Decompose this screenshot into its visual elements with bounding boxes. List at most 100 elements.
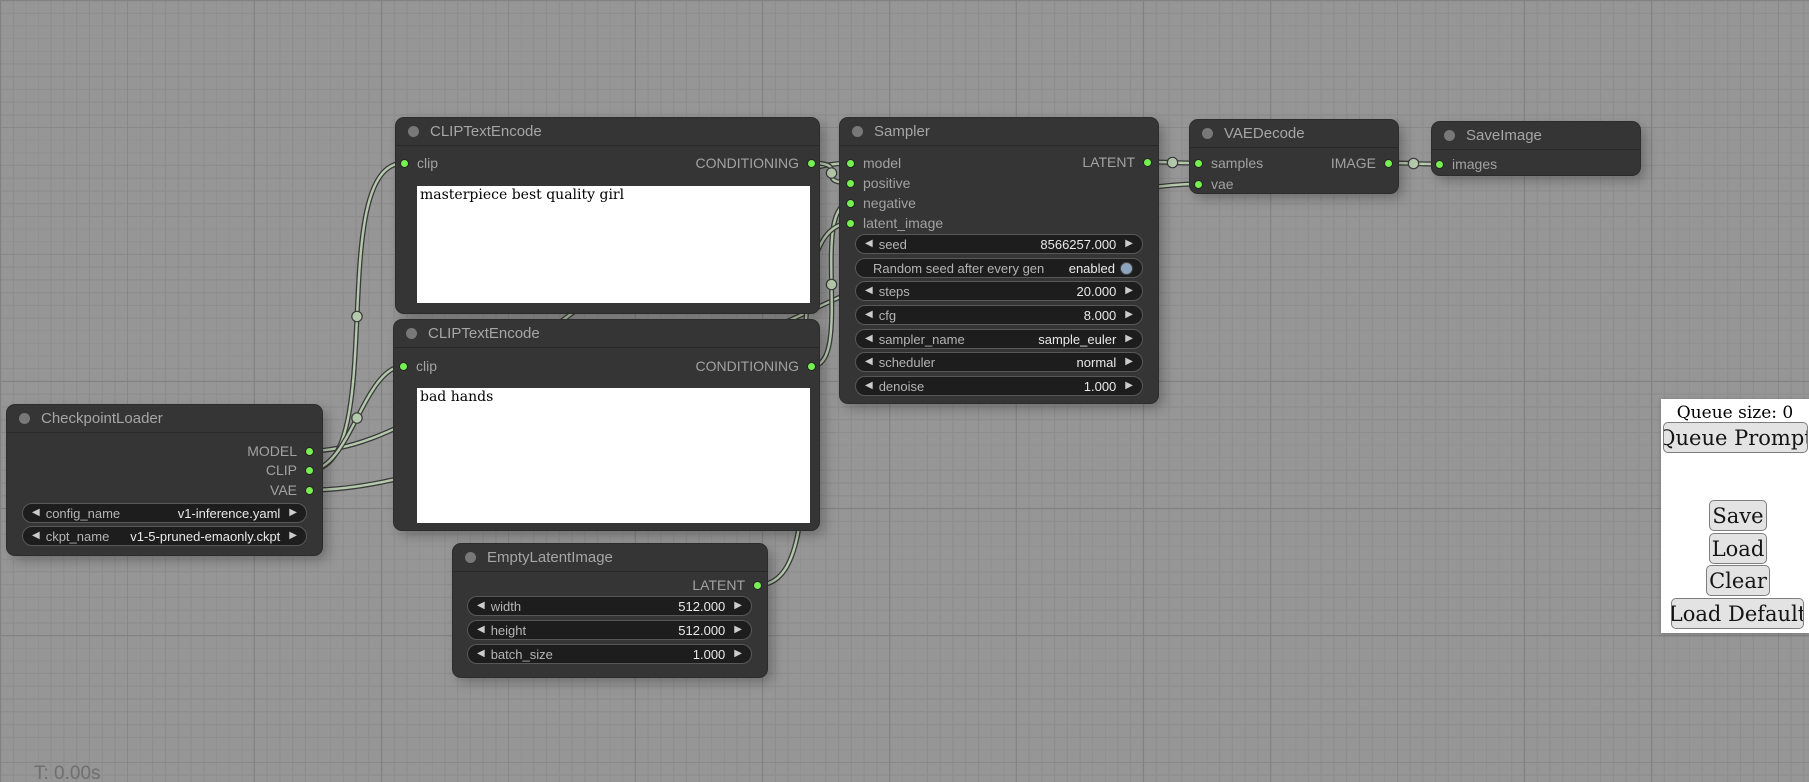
input-dot-icon[interactable] bbox=[400, 159, 409, 168]
prompt-textarea[interactable]: bad hands bbox=[417, 388, 810, 523]
decrement-arrow-icon[interactable]: ◀ bbox=[477, 649, 485, 659]
collapse-dot-icon[interactable] bbox=[19, 413, 30, 424]
increment-arrow-icon[interactable]: ▶ bbox=[734, 649, 742, 659]
widget-cfg[interactable]: ◀ cfg 8.000 ▶ bbox=[855, 305, 1143, 325]
decrement-arrow-icon[interactable]: ◀ bbox=[865, 310, 873, 320]
queue-prompt-button[interactable]: Queue Prompt bbox=[1663, 422, 1808, 453]
collapse-dot-icon[interactable] bbox=[406, 328, 417, 339]
widget-label: seed bbox=[879, 237, 1041, 252]
collapse-dot-icon[interactable] bbox=[465, 552, 476, 563]
output-dot-icon[interactable] bbox=[305, 466, 314, 475]
node-emptylatentimage[interactable]: EmptyLatentImage LATENT ◀ width 512.000 … bbox=[453, 544, 767, 677]
node-title: CheckpointLoader bbox=[41, 410, 163, 427]
increment-arrow-icon[interactable]: ▶ bbox=[1125, 239, 1133, 249]
increment-arrow-icon[interactable]: ▶ bbox=[289, 531, 297, 541]
node-title: SaveImage bbox=[1466, 127, 1542, 144]
queue-size-label: Queue size: 0 bbox=[1661, 403, 1809, 423]
increment-arrow-icon[interactable]: ▶ bbox=[734, 601, 742, 611]
decrement-arrow-icon[interactable]: ◀ bbox=[865, 357, 873, 367]
node-header[interactable]: CLIPTextEncode bbox=[396, 118, 819, 146]
input-dot-icon[interactable] bbox=[846, 179, 855, 188]
input-dot-icon[interactable] bbox=[846, 219, 855, 228]
decrement-arrow-icon[interactable]: ◀ bbox=[865, 334, 873, 344]
node-title: Sampler bbox=[874, 123, 930, 140]
collapse-dot-icon[interactable] bbox=[1202, 128, 1213, 139]
increment-arrow-icon[interactable]: ▶ bbox=[1125, 334, 1133, 344]
widget-batch-size[interactable]: ◀ batch_size 1.000 ▶ bbox=[467, 644, 752, 664]
increment-arrow-icon[interactable]: ▶ bbox=[1125, 381, 1133, 391]
widget-label: width bbox=[491, 599, 679, 614]
decrement-arrow-icon[interactable]: ◀ bbox=[477, 601, 485, 611]
increment-arrow-icon[interactable]: ▶ bbox=[1125, 357, 1133, 367]
input-dot-icon[interactable] bbox=[1194, 159, 1203, 168]
node-header[interactable]: CheckpointLoader bbox=[7, 405, 322, 433]
widget-denoise[interactable]: ◀ denoise 1.000 ▶ bbox=[855, 376, 1143, 396]
widget-sampler-name[interactable]: ◀ sampler_name sample_euler ▶ bbox=[855, 329, 1143, 349]
widget-ckpt-name[interactable]: ◀ ckpt_name v1-5-pruned-emaonly.ckpt ▶ bbox=[22, 526, 307, 546]
node-header[interactable]: VAEDecode bbox=[1190, 120, 1398, 148]
input-slot-latent-image: latent_image bbox=[846, 215, 943, 231]
input-dot-icon[interactable] bbox=[1194, 180, 1203, 189]
decrement-arrow-icon[interactable]: ◀ bbox=[865, 381, 873, 391]
widget-random-seed-toggle[interactable]: Random seed after every gen enabled bbox=[855, 258, 1143, 278]
input-dot-icon[interactable] bbox=[846, 159, 855, 168]
output-slot-latent: LATENT bbox=[692, 577, 762, 593]
node-title: CLIPTextEncode bbox=[428, 325, 540, 342]
load-button[interactable]: Load bbox=[1709, 533, 1767, 564]
output-dot-icon[interactable] bbox=[1143, 158, 1152, 167]
increment-arrow-icon[interactable]: ▶ bbox=[1125, 310, 1133, 320]
node-header[interactable]: CLIPTextEncode bbox=[394, 320, 819, 348]
save-button[interactable]: Save bbox=[1709, 500, 1767, 531]
widget-width[interactable]: ◀ width 512.000 ▶ bbox=[467, 596, 752, 616]
node-cliptextencode-negative[interactable]: CLIPTextEncode clip CONDITIONING bad han… bbox=[394, 320, 819, 530]
prompt-textarea[interactable]: masterpiece best quality girl bbox=[417, 186, 810, 303]
node-checkpointloader[interactable]: CheckpointLoader MODEL CLIP VAE ◀ config… bbox=[7, 405, 322, 555]
slot-label: latent_image bbox=[863, 215, 943, 231]
node-saveimage[interactable]: SaveImage images bbox=[1432, 122, 1640, 175]
slot-label: VAE bbox=[270, 482, 297, 498]
clear-button[interactable]: Clear bbox=[1706, 565, 1770, 596]
node-header[interactable]: Sampler bbox=[840, 118, 1158, 146]
widget-label: ckpt_name bbox=[46, 529, 131, 544]
increment-arrow-icon[interactable]: ▶ bbox=[734, 625, 742, 635]
widget-scheduler[interactable]: ◀ scheduler normal ▶ bbox=[855, 352, 1143, 372]
decrement-arrow-icon[interactable]: ◀ bbox=[865, 239, 873, 249]
output-dot-icon[interactable] bbox=[807, 159, 816, 168]
node-canvas[interactable]: CheckpointLoader MODEL CLIP VAE ◀ config… bbox=[0, 0, 1809, 782]
widget-height[interactable]: ◀ height 512.000 ▶ bbox=[467, 620, 752, 640]
decrement-arrow-icon[interactable]: ◀ bbox=[32, 531, 40, 541]
increment-arrow-icon[interactable]: ▶ bbox=[289, 508, 297, 518]
node-header[interactable]: SaveImage bbox=[1432, 122, 1640, 150]
increment-arrow-icon[interactable]: ▶ bbox=[1125, 286, 1133, 296]
widget-seed[interactable]: ◀ seed 8566257.000 ▶ bbox=[855, 234, 1143, 254]
slot-label: clip bbox=[416, 358, 437, 374]
input-slot-clip: clip bbox=[400, 155, 438, 171]
load-default-button[interactable]: Load Default bbox=[1671, 598, 1804, 629]
decrement-arrow-icon[interactable]: ◀ bbox=[32, 508, 40, 518]
input-dot-icon[interactable] bbox=[846, 199, 855, 208]
node-cliptextencode-positive[interactable]: CLIPTextEncode clip CONDITIONING masterp… bbox=[396, 118, 819, 313]
input-dot-icon[interactable] bbox=[1435, 160, 1444, 169]
node-sampler[interactable]: Sampler model positive negative latent_i… bbox=[840, 118, 1158, 403]
slot-label: IMAGE bbox=[1331, 155, 1376, 171]
output-dot-icon[interactable] bbox=[1384, 159, 1393, 168]
node-title: CLIPTextEncode bbox=[430, 123, 542, 140]
collapse-dot-icon[interactable] bbox=[1444, 130, 1455, 141]
toggle-dot-icon[interactable] bbox=[1120, 262, 1133, 275]
output-dot-icon[interactable] bbox=[753, 581, 762, 590]
decrement-arrow-icon[interactable]: ◀ bbox=[477, 625, 485, 635]
slot-label: vae bbox=[1211, 176, 1234, 192]
node-vaedecode[interactable]: VAEDecode samples vae IMAGE bbox=[1190, 120, 1398, 193]
output-dot-icon[interactable] bbox=[807, 362, 816, 371]
output-slot-clip: CLIP bbox=[266, 462, 314, 478]
widget-steps[interactable]: ◀ steps 20.000 ▶ bbox=[855, 281, 1143, 301]
output-dot-icon[interactable] bbox=[305, 486, 314, 495]
widget-config-name[interactable]: ◀ config_name v1-inference.yaml ▶ bbox=[22, 503, 307, 523]
input-dot-icon[interactable] bbox=[399, 362, 408, 371]
slot-label: LATENT bbox=[1082, 154, 1135, 170]
collapse-dot-icon[interactable] bbox=[852, 126, 863, 137]
collapse-dot-icon[interactable] bbox=[408, 126, 419, 137]
decrement-arrow-icon[interactable]: ◀ bbox=[865, 286, 873, 296]
node-header[interactable]: EmptyLatentImage bbox=[453, 544, 767, 572]
output-dot-icon[interactable] bbox=[305, 447, 314, 456]
